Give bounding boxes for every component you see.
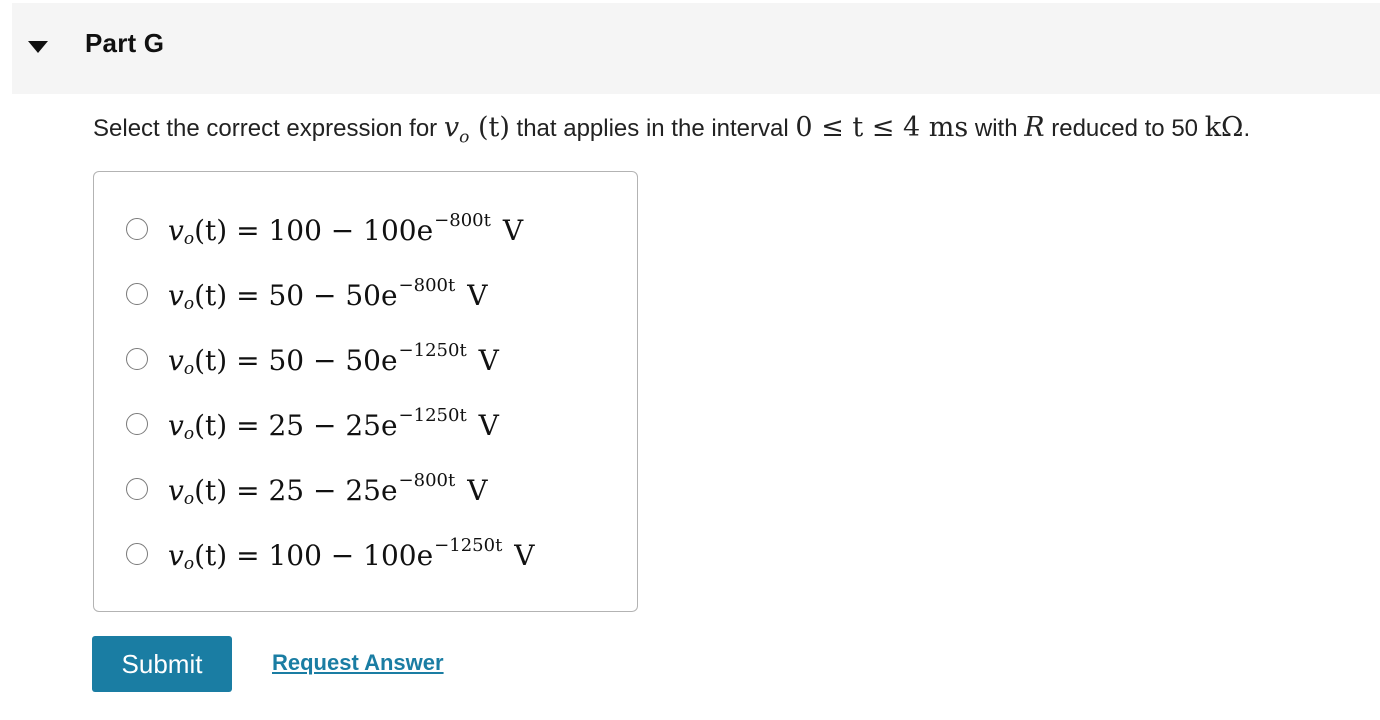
question-prefix: Select the correct expression for — [93, 115, 444, 142]
option-expression: vo(t) = 100 − 100e−800t V — [168, 209, 524, 249]
question-end: . — [1243, 115, 1251, 142]
question-interval: 0 ≤ t ≤ 4 ms — [795, 112, 969, 143]
answer-option-2[interactable]: vo(t) = 50 − 50e−800t V — [126, 269, 487, 319]
radio-button[interactable] — [126, 413, 148, 435]
question-text: Select the correct expression for vo (t)… — [93, 112, 1250, 147]
radio-button[interactable] — [126, 218, 148, 240]
part-title: Part G — [85, 28, 165, 58]
answer-option-1[interactable]: vo(t) = 100 − 100e−800t V — [126, 204, 523, 254]
option-expression: vo(t) = 25 − 25e−1250t V — [168, 404, 499, 444]
submit-button[interactable]: Submit — [92, 636, 232, 692]
request-answer-link[interactable]: Request Answer — [272, 650, 444, 676]
question-suffix: reduced to 50 — [1044, 115, 1205, 142]
option-expression: vo(t) = 25 − 25e−800t V — [168, 469, 488, 509]
answer-option-4[interactable]: vo(t) = 25 − 25e−1250t V — [126, 399, 499, 449]
question-middle: that applies in the interval — [509, 115, 796, 142]
question-variable: vo (t) — [443, 112, 510, 148]
radio-button[interactable] — [126, 348, 148, 370]
option-expression: vo(t) = 100 − 100e−1250t V — [168, 534, 535, 574]
radio-button[interactable] — [126, 478, 148, 500]
radio-button[interactable] — [126, 543, 148, 565]
answer-option-5[interactable]: vo(t) = 25 − 25e−800t V — [126, 464, 487, 514]
question-unit: kΩ — [1204, 112, 1244, 143]
part-header — [12, 3, 1380, 94]
question-with: with — [968, 115, 1025, 142]
caret-down-icon[interactable] — [26, 38, 50, 58]
option-expression: vo(t) = 50 − 50e−800t V — [168, 274, 488, 314]
answer-option-3[interactable]: vo(t) = 50 − 50e−1250t V — [126, 334, 499, 384]
option-expression: vo(t) = 50 − 50e−1250t V — [168, 339, 499, 379]
question-r-symbol: R — [1024, 112, 1045, 143]
answer-options-box: vo(t) = 100 − 100e−800t V vo(t) = 50 − 50… — [93, 171, 638, 612]
radio-button[interactable] — [126, 283, 148, 305]
answer-option-6[interactable]: vo(t) = 100 − 100e−1250t V — [126, 529, 535, 579]
